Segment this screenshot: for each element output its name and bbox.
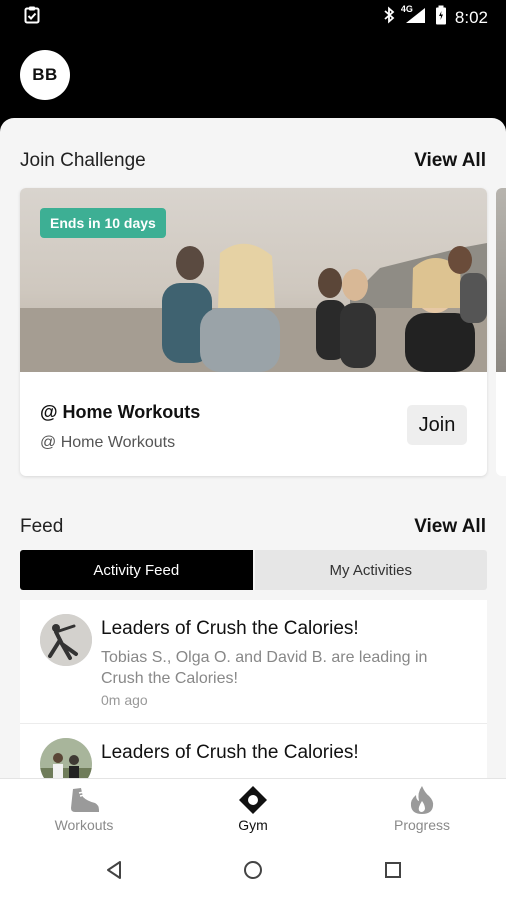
back-icon[interactable] (104, 860, 124, 885)
feed-item-avatar (40, 738, 92, 778)
home-icon[interactable] (243, 860, 263, 885)
tab-activity-feed[interactable]: Activity Feed (20, 550, 253, 590)
clipboard-check-icon (24, 6, 40, 29)
user-avatar[interactable]: BB (20, 50, 70, 100)
join-button[interactable]: Join (407, 405, 467, 445)
feed-list: Leaders of Crush the Calories! Tobias S.… (20, 600, 487, 778)
bluetooth-icon (383, 6, 395, 29)
nav-label-gym: Gym (238, 817, 268, 833)
challenge-section-header: Join Challenge View All (20, 150, 486, 172)
challenge-hero-image: Ends in 10 days (20, 188, 487, 372)
challenges-view-all-link[interactable]: View All (414, 150, 486, 172)
shoe-icon (67, 785, 101, 815)
recents-icon[interactable] (383, 860, 403, 885)
feed-view-all-link[interactable]: View All (414, 516, 486, 538)
nav-item-progress[interactable]: Progress (362, 779, 482, 843)
challenge-card-title: @ Home Workouts (40, 402, 201, 422)
status-bar: 4G 8:02 (0, 0, 506, 32)
network-type: 4G (400, 4, 413, 14)
ends-in-badge: Ends in 10 days (40, 208, 166, 238)
feed-section-title: Feed (20, 516, 64, 537)
feed-item-title: Leaders of Crush the Calories! (101, 742, 359, 763)
challenge-card[interactable]: Ends in 10 days @ Home Workouts @ Home W… (20, 188, 487, 476)
app-header: BB (0, 32, 506, 118)
clock: 8:02 (454, 7, 488, 27)
feed-item-time: 0m ago (101, 692, 148, 708)
bottom-nav: Workouts Gym Progress (0, 778, 506, 842)
nav-item-gym[interactable]: Gym (193, 779, 313, 843)
feed-tabs: Activity Feed My Activities (20, 550, 487, 590)
tab-my-activities[interactable]: My Activities (254, 550, 487, 590)
battery-icon (435, 5, 447, 30)
system-nav-bar (0, 842, 506, 900)
feed-item-text: Tobias S., Olga O. and David B. are lead… (101, 649, 428, 687)
feed-item[interactable]: Leaders of Crush the Calories! (20, 724, 487, 778)
signal-icon: 4G (400, 4, 427, 29)
flame-icon (409, 785, 435, 815)
challenge-card-subtitle: @ Home Workouts (40, 434, 176, 451)
feed-item[interactable]: Leaders of Crush the Calories! Tobias S.… (20, 600, 487, 724)
feed-section-header: Feed View All (20, 516, 486, 538)
feed-item-avatar (40, 614, 92, 666)
nav-item-workouts[interactable]: Workouts (24, 779, 144, 843)
nav-label-progress: Progress (393, 817, 451, 833)
feed-item-title: Leaders of Crush the Calories! (101, 618, 359, 639)
nav-label-workouts: Workouts (54, 817, 114, 833)
content-sheet[interactable]: Join Challenge View All Ends in 10 days … (0, 118, 506, 778)
app-screen: 4G 8:02 BB Join Challenge View All Ends … (0, 0, 506, 900)
next-challenge-card-peek[interactable] (496, 188, 506, 476)
location-diamond-icon (238, 785, 268, 815)
challenge-section-title: Join Challenge (20, 150, 146, 171)
